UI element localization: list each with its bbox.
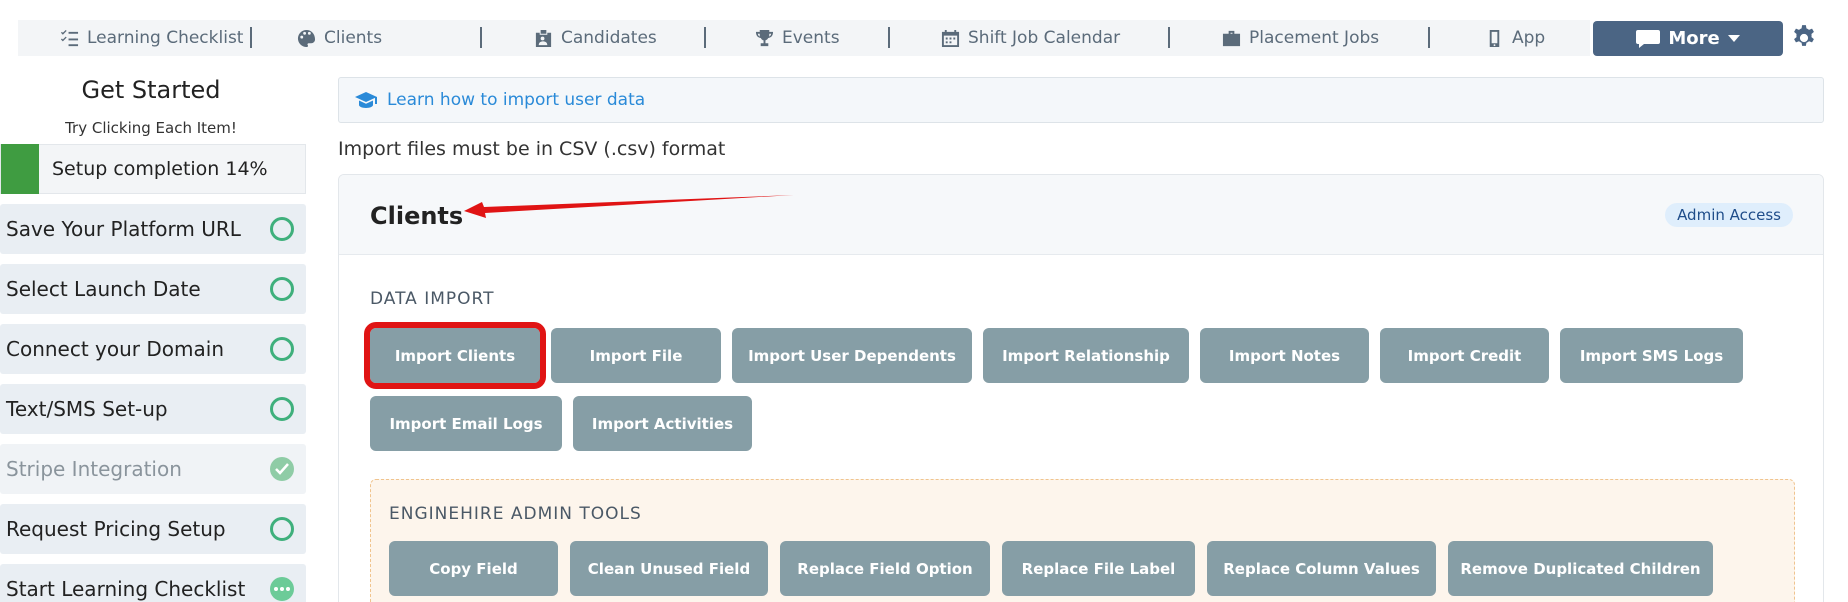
import-activities-button[interactable]: Import Activities (573, 396, 752, 451)
nav-label: Candidates (561, 28, 657, 48)
import-clients-button[interactable]: Import Clients (364, 322, 546, 389)
import-relationship-button[interactable]: Import Relationship (983, 328, 1189, 383)
nav-divider (250, 27, 252, 48)
sidebar-item-connect-domain[interactable]: Connect your Domain (0, 324, 306, 374)
palette-icon (297, 29, 316, 47)
nav-learning-checklist[interactable]: Learning Checklist (60, 20, 243, 56)
learn-link-text: Learn how to import user data (387, 90, 646, 110)
id-badge-icon (535, 29, 552, 47)
import-credit-button[interactable]: Import Credit (1380, 328, 1549, 383)
sidebar-item-stripe-integration[interactable]: Stripe Integration (0, 444, 306, 494)
data-import-label: DATA IMPORT (370, 289, 495, 309)
nav-label: Clients (324, 28, 383, 48)
sidebar-item-label: Text/SMS Set-up (6, 397, 168, 421)
check-circle-icon (270, 457, 294, 481)
nav-label: Learning Checklist (87, 28, 244, 48)
sidebar-item-label: Select Launch Date (6, 277, 201, 301)
clean-unused-field-button[interactable]: Clean Unused Field (570, 541, 768, 596)
circle-icon (270, 277, 294, 301)
nav-app[interactable]: App (1485, 20, 1545, 56)
circle-icon (270, 517, 294, 541)
sidebar-subtitle: Try Clicking Each Item! (65, 119, 237, 137)
sidebar-item-label: Start Learning Checklist (6, 577, 246, 601)
nav-label: App (1512, 28, 1546, 48)
settings-button[interactable] (1790, 24, 1818, 52)
nav-candidates[interactable]: Candidates (534, 20, 657, 56)
import-file-button[interactable]: Import File (551, 328, 721, 383)
nav-shift-job-calendar[interactable]: Shift Job Calendar (941, 20, 1120, 56)
card-header: Clients Admin Access (339, 175, 1823, 255)
import-user-dependents-button[interactable]: Import User Dependents (732, 328, 972, 383)
sidebar-item-label: Stripe Integration (6, 457, 182, 481)
nav-clients[interactable]: Clients (297, 20, 382, 56)
admin-tools-panel: ENGINEHIRE ADMIN TOOLS Copy Field Clean … (370, 479, 1795, 602)
sidebar-item-pricing-setup[interactable]: Request Pricing Setup (0, 504, 306, 554)
nav-divider (888, 27, 890, 48)
learn-import-link[interactable]: Learn how to import user data (338, 77, 1824, 123)
setup-progress: Setup completion 14% (0, 144, 306, 194)
sidebar-item-platform-url[interactable]: Save Your Platform URL (0, 204, 306, 254)
nav-label: Shift Job Calendar (968, 28, 1121, 48)
sidebar-item-label: Request Pricing Setup (6, 517, 226, 541)
progress-label: Setup completion 14% (52, 158, 268, 180)
graduation-cap-icon (355, 92, 377, 108)
circle-icon (270, 217, 294, 241)
trophy-icon (755, 29, 774, 46)
mobile-icon (1489, 29, 1500, 47)
card-title: Clients (370, 202, 464, 230)
sidebar-item-label: Connect your Domain (6, 337, 224, 361)
briefcase-icon (1222, 30, 1241, 46)
top-nav: Learning Checklist Clients Candidates Ev… (18, 20, 1590, 56)
remove-duplicated-children-button[interactable]: Remove Duplicated Children (1448, 541, 1713, 596)
admin-access-badge: Admin Access (1665, 203, 1793, 227)
nav-divider (704, 27, 706, 48)
copy-field-button[interactable]: Copy Field (389, 541, 558, 596)
nav-events[interactable]: Events (755, 20, 840, 56)
checklist-icon (60, 29, 79, 46)
gear-icon (1794, 25, 1814, 46)
ellipsis-icon (270, 577, 294, 601)
circle-icon (270, 397, 294, 421)
sidebar-title: Get Started (81, 76, 221, 104)
caret-down-icon (1727, 34, 1740, 42)
progress-fill (1, 144, 39, 194)
replace-field-option-button[interactable]: Replace Field Option (780, 541, 990, 596)
calendar-icon (941, 29, 960, 47)
nav-divider (1428, 27, 1430, 48)
sidebar-item-launch-date[interactable]: Select Launch Date (0, 264, 306, 314)
circle-icon (270, 337, 294, 361)
nav-divider (1168, 27, 1170, 48)
import-sms-logs-button[interactable]: Import SMS Logs (1560, 328, 1743, 383)
red-arrow-annotation (464, 195, 794, 218)
nav-divider (480, 27, 482, 48)
sidebar-item-sms-setup[interactable]: Text/SMS Set-up (0, 384, 306, 434)
sidebar-item-learning-checklist[interactable]: Start Learning Checklist (0, 564, 306, 602)
sidebar-item-label: Save Your Platform URL (6, 217, 241, 241)
nav-label: Events (782, 28, 840, 48)
message-icon (1636, 29, 1661, 48)
more-menu-button[interactable]: More (1593, 21, 1783, 56)
csv-format-note: Import files must be in CSV (.csv) forma… (338, 138, 726, 160)
nav-placement-jobs[interactable]: Placement Jobs (1222, 20, 1379, 56)
import-email-logs-button[interactable]: Import Email Logs (370, 396, 562, 451)
import-notes-button[interactable]: Import Notes (1200, 328, 1369, 383)
replace-column-values-button[interactable]: Replace Column Values (1207, 541, 1436, 596)
admin-tools-label: ENGINEHIRE ADMIN TOOLS (389, 504, 642, 524)
more-label: More (1668, 28, 1720, 49)
nav-label: Placement Jobs (1249, 28, 1380, 48)
replace-file-label-button[interactable]: Replace File Label (1002, 541, 1195, 596)
clients-card: Clients Admin Access DATA IMPORT Import … (338, 174, 1824, 602)
